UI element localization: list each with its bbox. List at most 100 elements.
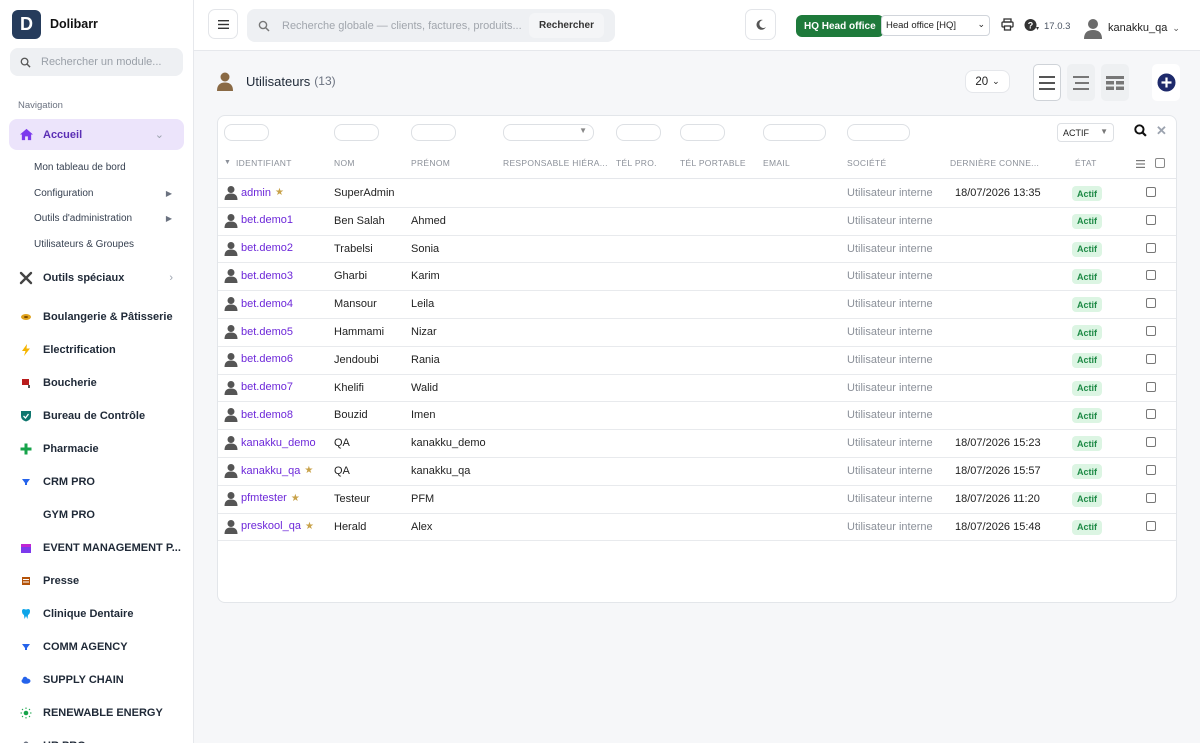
filter-societe-input[interactable] xyxy=(847,124,910,141)
prenom-cell: Ahmed xyxy=(411,214,446,227)
user-login-link[interactable]: bet.demo6 xyxy=(241,353,293,365)
module-search-input[interactable]: Rechercher un module... xyxy=(10,48,183,76)
user-login-link[interactable]: bet.demo2 xyxy=(241,242,293,254)
filter-login-input[interactable] xyxy=(224,124,269,141)
col-derniere-connexion[interactable]: DERNIÈRE CONNE... xyxy=(950,158,1039,168)
status-badge: Actif xyxy=(1072,325,1102,340)
filter-row: ▼ ACTIF ▼ ✕ xyxy=(218,116,1176,150)
sidebar-sub-item[interactable]: Utilisateurs & Groupes xyxy=(0,232,193,258)
sidebar-sub-item-label: Utilisateurs & Groupes xyxy=(34,238,135,250)
entity-badge[interactable]: HQ Head office xyxy=(796,15,884,37)
sidebar-module-item[interactable]: Boulangerie & Pâtisserie xyxy=(0,300,193,333)
row-checkbox[interactable] xyxy=(1146,492,1156,503)
col-identifiant[interactable]: IDENTIFIANT xyxy=(236,158,292,168)
nav-item-outils-speciaux[interactable]: Outils spéciaux › xyxy=(0,261,193,294)
page-size-select[interactable]: 20 ⌄ xyxy=(965,70,1010,93)
global-search-button[interactable]: Rechercher xyxy=(528,13,604,38)
sidebar-module-item[interactable]: Bureau de Contrôle xyxy=(0,399,193,432)
tooth-icon xyxy=(17,608,35,620)
col-responsable[interactable]: RESPONSABLE HIÉRA... xyxy=(503,158,608,168)
select-all-checkbox[interactable] xyxy=(1155,158,1165,168)
row-checkbox[interactable] xyxy=(1146,409,1156,420)
col-etat[interactable]: ÉTAT xyxy=(1075,158,1097,168)
sidebar-sub-item[interactable]: Outils d'administration ▶ xyxy=(0,206,193,232)
printer-icon[interactable] xyxy=(1001,18,1014,34)
user-login-link[interactable]: kanakku_demo xyxy=(241,437,316,449)
column-selector-icon[interactable] xyxy=(1136,160,1145,168)
sidebar-module-item[interactable]: Pharmacie xyxy=(0,432,193,465)
user-login-link[interactable]: bet.demo4 xyxy=(241,298,293,310)
filter-tel-portable-input[interactable] xyxy=(680,124,725,141)
dark-mode-toggle[interactable] xyxy=(745,9,776,40)
filter-status-select[interactable]: ACTIF ▼ xyxy=(1057,123,1114,142)
user-login-link[interactable]: kanakku_qa xyxy=(241,465,300,477)
filter-responsable-select[interactable]: ▼ xyxy=(503,124,594,141)
apply-filter-button[interactable] xyxy=(1134,124,1147,140)
sidebar-module-item[interactable]: CRM PRO xyxy=(0,465,193,498)
user-login-link[interactable]: admin xyxy=(241,187,271,199)
status-badge: Actif xyxy=(1072,464,1102,479)
sidebar-sub-item[interactable]: Configuration ▶ xyxy=(0,181,193,207)
col-email[interactable]: EMAIL xyxy=(763,158,790,168)
filter-nom-input[interactable] xyxy=(334,124,379,141)
col-societe[interactable]: SOCIÉTÉ xyxy=(847,158,886,168)
row-checkbox[interactable] xyxy=(1146,326,1156,336)
user-login-link[interactable]: bet.demo1 xyxy=(241,214,293,226)
filter-tel-pro-input[interactable] xyxy=(616,124,661,141)
user-avatar-icon xyxy=(224,491,238,506)
row-checkbox[interactable] xyxy=(1146,520,1156,531)
sidebar-module-item[interactable]: Presse xyxy=(0,564,193,597)
row-checkbox[interactable] xyxy=(1146,298,1156,309)
sidebar-module-item[interactable]: HR PRO xyxy=(0,729,193,743)
row-checkbox[interactable] xyxy=(1146,353,1156,364)
user-login-link[interactable]: preskool_qa xyxy=(241,520,301,532)
filter-prenom-input[interactable] xyxy=(411,124,456,141)
sidebar-module-item[interactable]: SUPPLY CHAIN xyxy=(0,663,193,696)
prenom-cell: Alex xyxy=(411,520,433,533)
sort-down-icon[interactable]: ▼ xyxy=(224,159,231,166)
global-search-bar[interactable]: Recherche globale — clients, factures, p… xyxy=(247,9,615,42)
sidebar-module-item[interactable]: COMM AGENCY xyxy=(0,630,193,663)
kanban-view-button[interactable] xyxy=(1101,64,1129,101)
sidebar-module-item[interactable]: EVENT MANAGEMENT P... xyxy=(0,531,193,564)
row-checkbox[interactable] xyxy=(1146,214,1156,225)
col-tel-pro[interactable]: TÉL PRO. xyxy=(616,158,657,168)
compact-view-button[interactable] xyxy=(1067,64,1095,101)
nav-item-accueil[interactable]: Accueil ⌄ xyxy=(9,119,184,150)
user-login-link[interactable]: bet.demo3 xyxy=(241,270,293,282)
user-login-link[interactable]: pfmtester xyxy=(241,492,287,504)
row-checkbox[interactable] xyxy=(1146,270,1156,281)
global-search-input[interactable]: Recherche globale — clients, factures, p… xyxy=(282,20,529,32)
row-checkbox[interactable] xyxy=(1146,465,1156,475)
user-login-link[interactable]: bet.demo8 xyxy=(241,409,293,421)
help-icon[interactable]: ? xyxy=(1024,18,1040,35)
filter-email-input[interactable] xyxy=(763,124,826,141)
col-tel-portable[interactable]: TÉL PORTABLE xyxy=(680,158,746,168)
user-login-link[interactable]: bet.demo5 xyxy=(241,326,293,338)
menu-toggle-button[interactable] xyxy=(208,9,238,39)
chevron-down-icon: ⌄ xyxy=(154,129,164,141)
funnel-icon xyxy=(17,641,35,653)
sidebar-module-item[interactable]: Clinique Dentaire xyxy=(0,597,193,630)
entity-select[interactable]: Head office [HQ] ⌄ xyxy=(881,15,990,36)
sidebar-module-item[interactable]: Electrification xyxy=(0,333,193,366)
row-checkbox[interactable] xyxy=(1146,381,1156,392)
brand[interactable]: D Dolibarr xyxy=(0,0,193,48)
user-login-link[interactable]: bet.demo7 xyxy=(241,381,293,393)
col-nom[interactable]: NOM xyxy=(334,158,355,168)
clear-filter-icon[interactable]: ✕ xyxy=(1156,123,1167,139)
row-checkbox[interactable] xyxy=(1146,437,1156,448)
sidebar-module-item[interactable]: RENEWABLE ENERGY xyxy=(0,696,193,729)
meat-icon xyxy=(17,377,35,389)
nom-cell: Herald xyxy=(334,520,367,533)
row-checkbox[interactable] xyxy=(1146,187,1156,197)
new-user-button[interactable] xyxy=(1152,64,1180,101)
sidebar-sub-item[interactable]: Mon tableau de bord xyxy=(0,155,193,181)
row-checkbox[interactable] xyxy=(1146,242,1156,253)
sidebar-module-item[interactable]: GYM PRO xyxy=(0,498,193,531)
nom-cell: Bouzid xyxy=(334,409,368,422)
sidebar-module-item[interactable]: Boucherie xyxy=(0,366,193,399)
user-menu[interactable]: kanakku_qa ⌄ xyxy=(1083,17,1180,39)
list-view-button[interactable] xyxy=(1033,64,1061,101)
col-prenom[interactable]: PRÉNOM xyxy=(411,158,450,168)
